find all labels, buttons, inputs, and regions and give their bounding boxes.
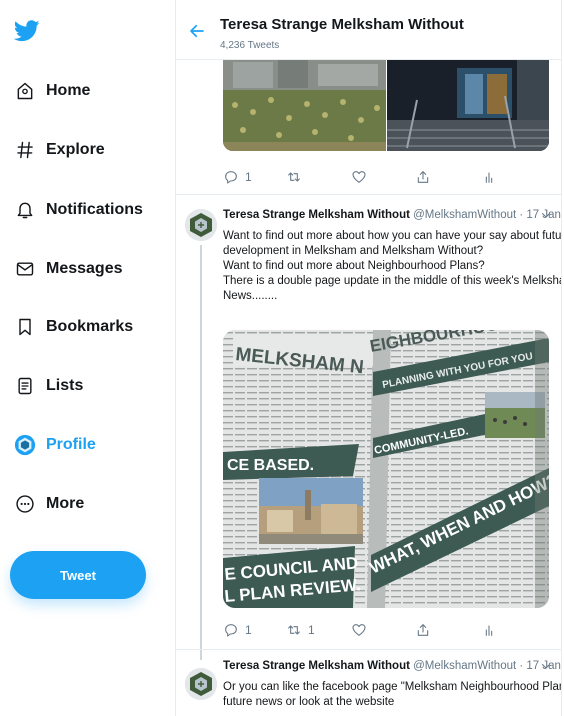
more-icon (14, 493, 36, 515)
tweet-text-line: development in Melksham and Melksham Wit… (223, 245, 484, 257)
reply-button[interactable]: 1 (223, 167, 252, 187)
page-title: Teresa Strange Melksham Without (220, 16, 464, 33)
thread-line (200, 245, 202, 649)
hashtag-icon (14, 139, 36, 161)
like-button[interactable] (351, 167, 367, 187)
tweet-text-line: Want to find out more about how you can … (223, 230, 562, 242)
author-handle[interactable]: @MelkshamWithout (413, 660, 516, 672)
share-button[interactable] (415, 167, 431, 187)
tweet-text: Or you can like the facebook page "Melks… (223, 680, 562, 710)
nav-profile[interactable]: Profile (14, 428, 96, 462)
list-icon (14, 375, 36, 397)
retweet-count: 1 (308, 623, 315, 637)
author-name[interactable]: Teresa Strange Melksham Without (223, 209, 410, 221)
envelope-icon (14, 258, 36, 280)
timeline: Teresa Strange Melksham Without 4,236 Tw… (175, 0, 562, 716)
tweet-media-photos[interactable] (223, 60, 549, 151)
nav-home-label: Home (46, 82, 91, 99)
tweet-actions: 1 1 (223, 620, 523, 640)
author-name[interactable]: Teresa Strange Melksham Without (223, 660, 410, 672)
analytics-button[interactable] (481, 620, 497, 640)
chevron-down-icon[interactable] (540, 209, 552, 221)
retweet-icon (288, 172, 300, 182)
tweet-text-line: News........ (223, 290, 278, 302)
nav-bookmarks[interactable]: Bookmarks (14, 310, 133, 344)
bookmark-icon (14, 316, 36, 338)
home-icon (14, 80, 36, 102)
nav-home[interactable]: Home (14, 74, 90, 108)
tweet-facebook-page[interactable]: Teresa Strange Melksham Without @Melksha… (176, 650, 562, 716)
like-button[interactable] (351, 620, 367, 640)
tweet-media-newspaper[interactable]: MELKSHAM N EIGHBOURHOOD P PLANNING WITH … (223, 330, 549, 608)
heart-icon (352, 171, 366, 183)
tweet-count: 4,236 Tweets (220, 40, 280, 51)
back-arrow-icon[interactable] (188, 22, 206, 40)
profile-header: Teresa Strange Melksham Without 4,236 Tw… (176, 0, 561, 60)
tweet-text-line: There is a double page update in the mid… (223, 275, 562, 287)
tweet-text: Want to find out more about how you can … (223, 229, 562, 304)
photo-building-steps[interactable] (387, 60, 549, 151)
nav-profile-label: Profile (46, 436, 96, 453)
twitter-bird-icon[interactable] (14, 20, 40, 42)
news-banner-based: CE BASED. (227, 457, 314, 474)
heart-icon (352, 624, 366, 636)
nav-more-label: More (46, 495, 85, 512)
nav-messages[interactable]: Messages (14, 252, 123, 286)
avatar[interactable] (185, 668, 217, 700)
avatar[interactable] (185, 209, 217, 241)
reply-count: 1 (245, 170, 252, 184)
reply-icon (225, 624, 237, 637)
retweet-button[interactable]: 1 (286, 620, 315, 640)
tweet-text-line: future news or look at the website (223, 696, 395, 708)
tweet-actions: 1 (223, 167, 523, 187)
tweet-text-line: Or you can like the facebook page "Melks… (223, 681, 562, 693)
nav-lists-label: Lists (46, 377, 84, 394)
nav-lists[interactable]: Lists (14, 369, 83, 403)
nav-notifications[interactable]: Notifications (14, 193, 143, 227)
sidebar: Home Explore Notifications Messages Book… (0, 0, 175, 716)
analytics-icon (485, 625, 493, 636)
tweet-button[interactable]: Tweet (10, 551, 146, 599)
nav-bookmarks-label: Bookmarks (46, 318, 134, 335)
photo-garden[interactable] (223, 60, 386, 151)
retweet-button[interactable] (286, 167, 302, 187)
nav-explore[interactable]: Explore (14, 133, 105, 167)
share-icon (417, 171, 429, 183)
reply-button[interactable]: 1 (223, 620, 252, 640)
chevron-down-icon[interactable] (540, 660, 552, 672)
share-button[interactable] (415, 620, 431, 640)
nav-notifications-label: Notifications (46, 201, 143, 218)
share-icon (417, 624, 429, 636)
tweet-text-line: Want to find out more about Neighbourhoo… (223, 260, 485, 272)
tweet-header: Teresa Strange Melksham Without @Melksha… (223, 660, 561, 672)
reply-icon (225, 171, 237, 184)
nav-messages-label: Messages (46, 260, 123, 277)
bell-icon (14, 199, 36, 221)
nav-more[interactable]: More (14, 487, 84, 521)
analytics-button[interactable] (481, 167, 497, 187)
reply-count: 1 (245, 623, 252, 637)
tweet-header: Teresa Strange Melksham Without @Melksha… (223, 209, 561, 221)
thread-line (200, 650, 202, 660)
nav-explore-label: Explore (46, 141, 105, 158)
profile-avatar-icon (14, 434, 36, 456)
author-handle[interactable]: @MelkshamWithout (413, 209, 516, 221)
analytics-icon (485, 172, 493, 183)
retweet-icon (288, 625, 300, 635)
